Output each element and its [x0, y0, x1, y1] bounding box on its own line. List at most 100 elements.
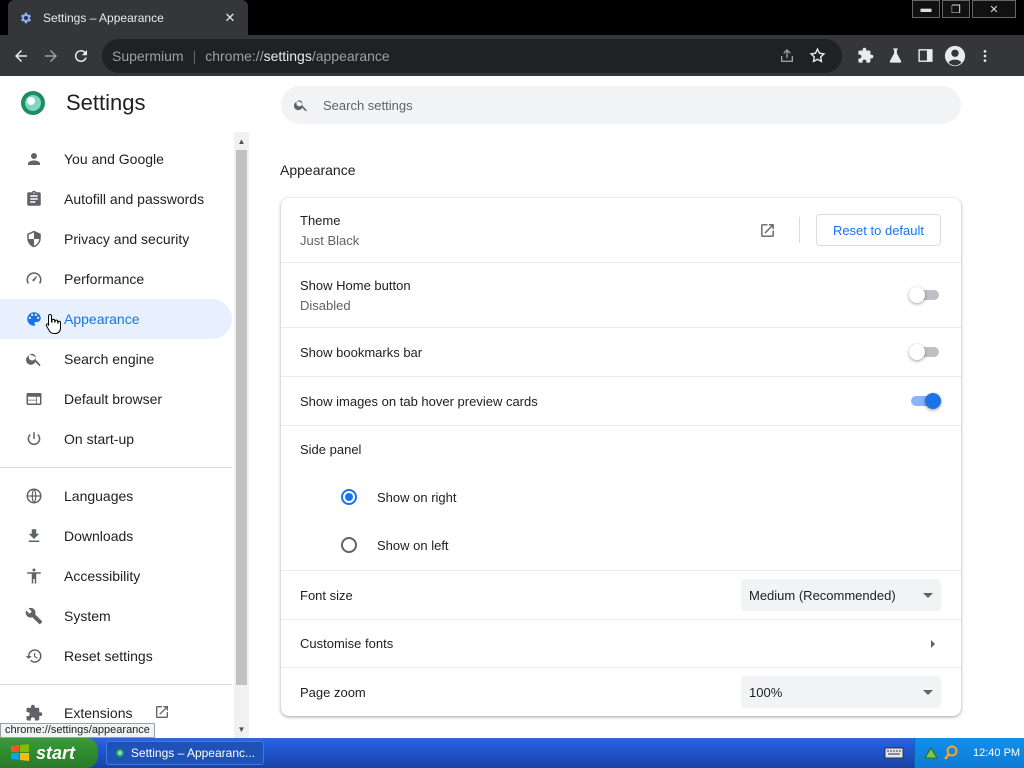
vertical-separator — [798, 217, 800, 243]
sidebar-item-accessibility[interactable]: Accessibility — [0, 556, 232, 596]
start-button[interactable]: start — [0, 738, 98, 768]
radio-show-on-left[interactable] — [341, 537, 357, 553]
sidebar-scrollbar[interactable]: ▲ ▼ — [234, 132, 249, 738]
side-panel-row: Side panel Show on right Show on left — [281, 426, 961, 571]
omnibox-separator: | — [192, 47, 197, 64]
bookmark-star-icon[interactable] — [802, 41, 832, 71]
sidebar-item-privacy[interactable]: Privacy and security — [0, 219, 232, 259]
taskbar-item-settings[interactable]: Settings – Appearanc... — [106, 741, 264, 765]
network-icon[interactable] — [923, 745, 939, 761]
speedometer-icon — [24, 269, 44, 289]
theme-value: Just Black — [300, 232, 360, 248]
search-icon — [24, 349, 44, 369]
page-zoom-select[interactable]: 100% — [741, 676, 941, 708]
tab-close-icon[interactable]: ✕ — [222, 10, 238, 26]
sidebar-divider — [0, 467, 232, 468]
address-bar[interactable]: Supermium | chrome:// settings /appearan… — [102, 38, 842, 73]
sidebar-item-default-browser[interactable]: Default browser — [0, 379, 232, 419]
back-button[interactable] — [6, 41, 36, 71]
sidebar-item-label: Default browser — [64, 391, 163, 407]
appearance-card: Theme Just Black Reset to default Show H… — [281, 198, 961, 716]
sidebar-item-languages[interactable]: Languages — [0, 476, 232, 516]
theme-label: Theme — [300, 212, 341, 228]
hover-cards-toggle[interactable] — [909, 393, 941, 409]
menu-button[interactable] — [970, 41, 1000, 71]
home-button-row[interactable]: Show Home button Disabled — [281, 263, 961, 328]
radio-label: Show on left — [377, 537, 449, 553]
browser-window-icon — [24, 389, 44, 409]
omnibox-origin-chip: Supermium — [112, 47, 184, 64]
palette-icon — [24, 309, 44, 329]
tab-title: Settings – Appearance — [43, 10, 164, 25]
power-icon — [24, 429, 44, 449]
customise-fonts-row[interactable]: Customise fonts — [281, 620, 961, 668]
puzzle-icon — [857, 47, 873, 63]
sidebar-item-label: Performance — [64, 271, 145, 287]
scroll-thumb[interactable] — [236, 150, 247, 685]
side-panel-button[interactable] — [910, 41, 940, 71]
keyboard-icon[interactable] — [884, 743, 904, 763]
sidebar-item-reset-settings[interactable]: Reset settings — [0, 636, 232, 676]
side-panel-option-left[interactable]: Show on left — [281, 521, 961, 569]
forward-button[interactable] — [36, 41, 66, 71]
sidebar-item-downloads[interactable]: Downloads — [0, 516, 232, 556]
sidebar-item-label: System — [64, 608, 111, 624]
sidebar-item-label: On start-up — [64, 431, 135, 447]
person-icon — [24, 149, 44, 169]
clock: 12:40 PM — [973, 747, 1021, 759]
labs-button[interactable] — [880, 41, 910, 71]
search-bar[interactable] — [281, 86, 961, 124]
hand-cursor-icon — [45, 313, 61, 334]
search-input[interactable] — [323, 97, 923, 113]
hover-cards-row[interactable]: Show images on tab hover preview cards — [281, 377, 961, 426]
sidebar-item-on-startup[interactable]: On start-up — [0, 419, 232, 459]
window-close-button[interactable]: ✕ — [972, 0, 1016, 18]
puzzle-icon — [24, 703, 44, 723]
dropdown-caret-icon — [923, 689, 933, 695]
sidebar-item-performance[interactable]: Performance — [0, 259, 232, 299]
profile-button[interactable] — [940, 41, 970, 71]
home-button-value: Disabled — [300, 297, 351, 313]
accessibility-icon — [24, 566, 44, 586]
page-zoom-label: Page zoom — [300, 684, 366, 700]
restore-button[interactable]: ❐ — [942, 0, 970, 18]
bookmarks-bar-row[interactable]: Show bookmarks bar — [281, 328, 961, 377]
kebab-menu-icon — [983, 49, 987, 62]
open-theme-external-link-icon[interactable] — [753, 215, 783, 245]
sidebar-item-label: Extensions — [64, 705, 133, 721]
shield-icon — [24, 229, 44, 249]
share-icon[interactable] — [772, 41, 802, 71]
bookmarks-bar-label: Show bookmarks bar — [300, 344, 423, 360]
side-panel-option-right[interactable]: Show on right — [281, 473, 961, 521]
bookmarks-bar-toggle[interactable] — [909, 344, 941, 360]
side-panel-icon — [917, 49, 933, 62]
start-label: start — [36, 742, 76, 763]
font-size-value: Medium (Recommended) — [749, 587, 896, 603]
magnifier-tray-icon[interactable] — [943, 745, 959, 761]
minimize-button[interactable]: ▬ — [912, 0, 940, 18]
omnibox-url-scheme: chrome:// — [205, 47, 264, 64]
supermium-logo-icon — [115, 748, 125, 758]
sidebar-item-appearance[interactable]: Appearance — [0, 299, 232, 339]
browser-toolbar: Supermium | chrome:// settings /appearan… — [0, 35, 1024, 76]
theme-row: Theme Just Black Reset to default — [281, 198, 961, 263]
extensions-button[interactable] — [850, 41, 880, 71]
sidebar-item-system[interactable]: System — [0, 596, 232, 636]
sidebar-item-you-and-google[interactable]: You and Google — [0, 139, 232, 179]
reset-theme-button[interactable]: Reset to default — [815, 214, 941, 246]
browser-tab[interactable]: Settings – Appearance ✕ — [8, 0, 248, 35]
scroll-up-arrow-icon[interactable]: ▲ — [234, 134, 249, 148]
sidebar-item-search-engine[interactable]: Search engine — [0, 339, 232, 379]
page-zoom-row: Page zoom 100% — [281, 668, 961, 716]
window-controls: ▬ ❐ ✕ — [910, 0, 1016, 18]
home-button-toggle[interactable] — [909, 287, 941, 303]
reload-button[interactable] — [66, 41, 96, 71]
sidebar-item-autofill[interactable]: Autofill and passwords — [0, 179, 232, 219]
scroll-down-arrow-icon[interactable]: ▼ — [234, 722, 249, 736]
sidebar-item-label: Reset settings — [64, 648, 153, 664]
font-size-select[interactable]: Medium (Recommended) — [741, 579, 941, 611]
radio-show-on-right[interactable] — [341, 489, 357, 505]
home-button-label: Show Home button — [300, 277, 411, 293]
sidebar-item-label: Downloads — [64, 528, 134, 544]
reload-icon — [74, 49, 87, 62]
